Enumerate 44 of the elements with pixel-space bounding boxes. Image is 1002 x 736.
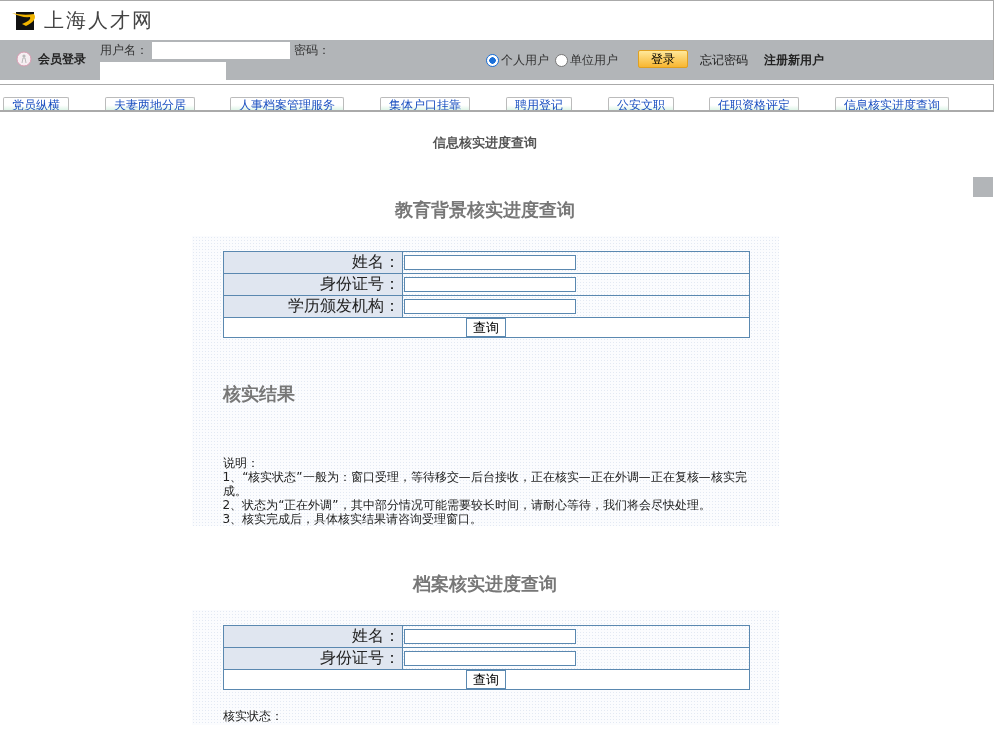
note-text: 说明： (222, 456, 260, 470)
radio-button[interactable] (555, 54, 568, 67)
nav-tab[interactable]: 集体户口挂靠 (380, 97, 471, 110)
input-field[interactable] (403, 255, 576, 270)
radio-label: 单位用户 (570, 52, 618, 69)
password-field[interactable] (100, 62, 226, 80)
input-field[interactable] (403, 277, 576, 292)
nav-tab[interactable]: 公安文职 (607, 97, 674, 110)
note-text: 2、状态为“正在外调”，其中部分情况可能需要较长时间，请耐心等待，我们将会尽快处理。 (222, 498, 712, 512)
site-title: 上海人才网 (44, 7, 154, 34)
result-heading: 核实结果 (222, 382, 296, 406)
member-login-label: 会员登录 (38, 51, 87, 68)
field-label: 身份证号： (223, 273, 402, 296)
login-button[interactable]: 登录 (638, 50, 688, 68)
nav-tab[interactable]: 信息核实进度查询 (834, 97, 949, 110)
input-field[interactable] (403, 299, 576, 314)
note-text: 1、“核实状态”一般为：窗口受理，等待移交—后台接收，正在核实—正在外调—正在复核—核实完成。 (222, 470, 748, 498)
field-label: 学历颁发机构： (223, 295, 402, 318)
password-label: 密码： (294, 42, 330, 59)
nav-tab[interactable]: 人事档案管理服务 (230, 97, 345, 110)
username-label: 用户名： (100, 42, 148, 59)
nav-tab[interactable]: 聘用登记 (505, 97, 572, 110)
field-label: 姓名： (223, 625, 402, 648)
query-button[interactable]: 查询 (466, 670, 506, 689)
status-label: 核实状态： (222, 708, 284, 725)
nav-tab[interactable]: 任职资格评定 (709, 97, 800, 110)
logo-icon (12, 9, 38, 32)
note-text: 3、核实完成后，具体核实结果请咨询受理窗口。 (222, 512, 484, 526)
section-title: 教育背景核实进度查询 (395, 198, 575, 222)
person-icon (16, 51, 32, 67)
scrollbar-thumb[interactable] (973, 177, 993, 197)
link[interactable]: 忘记密码 (700, 52, 748, 69)
username-field[interactable] (152, 42, 290, 59)
page-title: 信息核实进度查询 (433, 134, 537, 152)
input-field[interactable] (403, 629, 576, 644)
section-title: 档案核实进度查询 (413, 572, 557, 596)
radio-button[interactable] (486, 54, 499, 67)
radio-label: 个人用户 (501, 52, 549, 69)
query-button[interactable]: 查询 (466, 318, 506, 337)
link[interactable]: 注册新用户 (764, 52, 824, 69)
nav-tab[interactable]: 党员纵横 (3, 97, 69, 110)
field-label: 身份证号： (223, 647, 402, 670)
input-field[interactable] (403, 651, 576, 666)
field-label: 姓名： (223, 251, 402, 274)
